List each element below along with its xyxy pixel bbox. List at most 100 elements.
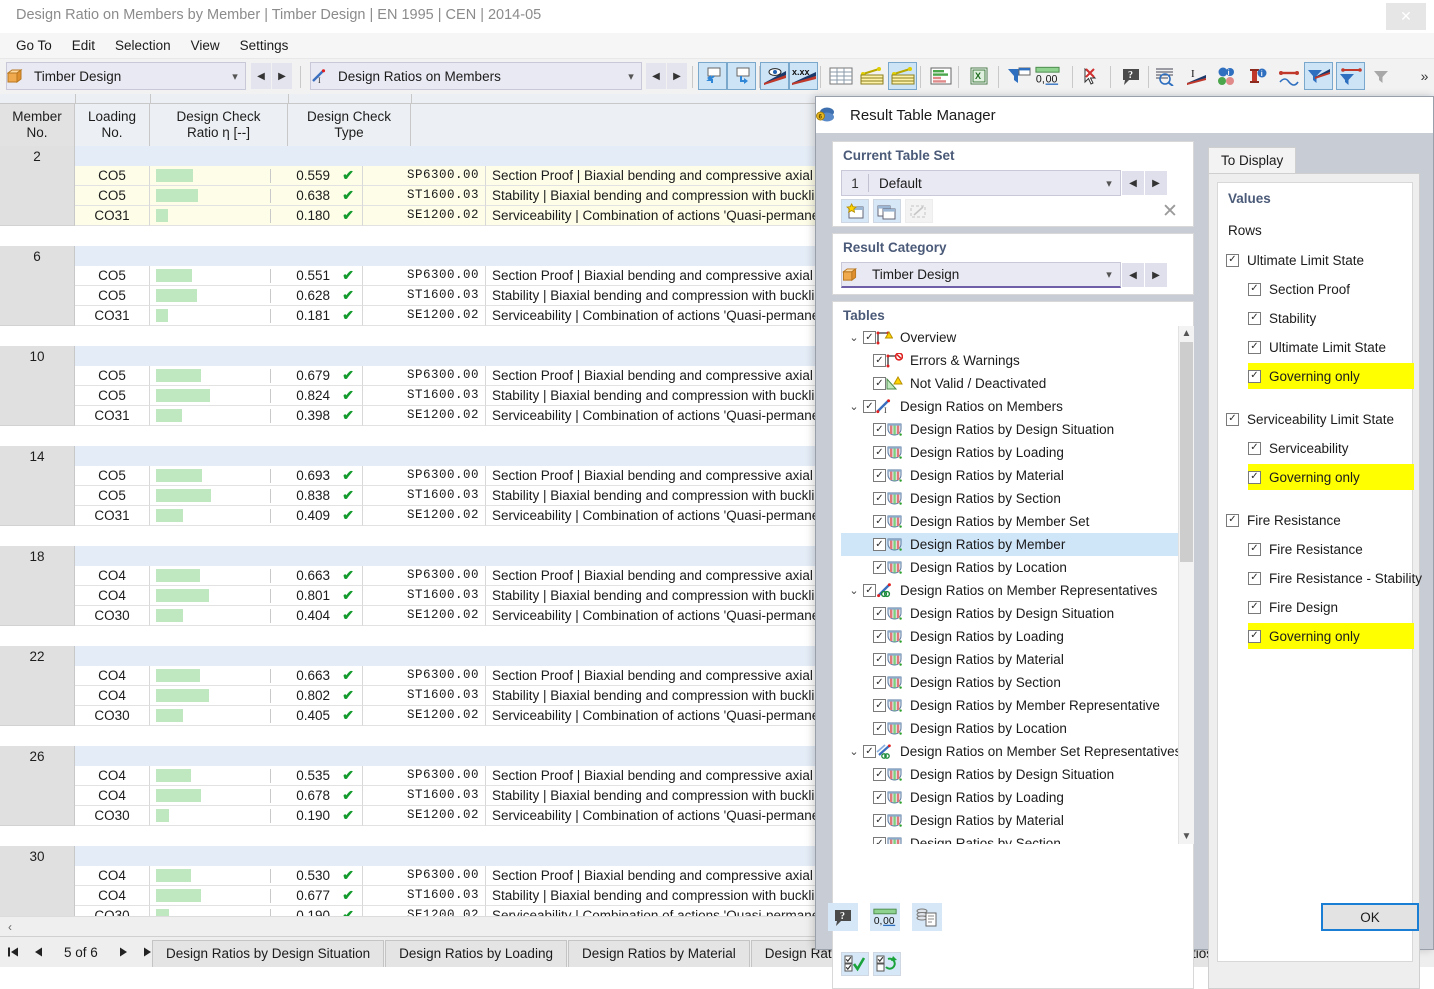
value-option-checkbox[interactable]: ✓ xyxy=(1226,254,1239,267)
column-header-member-no[interactable]: MemberNo. xyxy=(0,103,75,146)
column-header-type[interactable]: Design CheckType xyxy=(288,103,411,146)
tables-tree[interactable]: ⌄✓Overview✓Errors & Warnings✓Not Valid /… xyxy=(841,326,1193,844)
tree-node-selected[interactable]: ✓Design Ratios by Member xyxy=(841,533,1193,556)
result-table-combo[interactable]: I Design Ratios on Members ▾ xyxy=(310,62,642,90)
tree-node[interactable]: ✓Design Ratios by Location xyxy=(841,717,1193,740)
value-option-checkbox[interactable]: ✓ xyxy=(1248,572,1261,585)
value-option-row[interactable]: ✓Fire Resistance xyxy=(1226,507,1406,533)
value-option-row[interactable]: ✓Serviceability xyxy=(1248,435,1414,461)
value-option-checkbox[interactable]: ✓ xyxy=(1248,283,1261,296)
filter-member-icon[interactable] xyxy=(1304,62,1333,90)
category-next-button[interactable]: ▶ xyxy=(272,63,292,89)
value-option-row[interactable]: ✓Stability xyxy=(1248,305,1414,331)
tree-node[interactable]: ✓Design Ratios by Design Situation xyxy=(841,602,1193,625)
tree-node[interactable]: ✓Design Ratios by Section xyxy=(841,832,1193,844)
result-category-next-button[interactable]: ▶ xyxy=(1145,263,1167,287)
bottom-tab-design-ratios-by-loading[interactable]: Design Ratios by Loading xyxy=(385,940,567,967)
window-close-button[interactable]: ✕ xyxy=(1386,3,1426,30)
value-option-checkbox[interactable]: ✓ xyxy=(1248,370,1261,383)
tree-node[interactable]: ✓Design Ratios by Location xyxy=(841,556,1193,579)
tree-node-checkbox[interactable]: ✓ xyxy=(873,423,886,436)
value-option-checkbox[interactable]: ✓ xyxy=(1248,471,1261,484)
table-set-select[interactable]: 1 Default ▾ xyxy=(841,170,1121,196)
menu-item-edit[interactable]: Edit xyxy=(62,35,105,56)
tree-scrollbar[interactable]: ▲ ▼ xyxy=(1178,326,1194,844)
tree-node-checkbox[interactable]: ✓ xyxy=(873,722,886,735)
tree-node-checkbox[interactable]: ✓ xyxy=(873,699,886,712)
tree-node-checkbox[interactable]: ✓ xyxy=(863,331,876,344)
section-axis-icon[interactable]: I xyxy=(1182,62,1211,90)
tree-node-checkbox[interactable]: ✓ xyxy=(873,768,886,781)
tree-node[interactable]: ✓Design Ratios by Design Situation xyxy=(841,763,1193,786)
deselect-cursor-icon[interactable] xyxy=(1078,62,1107,90)
tree-node[interactable]: ✓Not Valid / Deactivated xyxy=(841,372,1193,395)
invert-selection-icon[interactable] xyxy=(873,952,901,976)
value-option-checkbox[interactable]: ✓ xyxy=(1248,543,1261,556)
chart-bars-icon[interactable] xyxy=(926,62,955,90)
member-number-cell[interactable]: 6 xyxy=(0,246,75,326)
tree-node-checkbox[interactable]: ✓ xyxy=(873,630,886,643)
menu-item-view[interactable]: View xyxy=(181,35,230,56)
redo-arrow-icon[interactable] xyxy=(727,62,756,90)
value-option-row[interactable]: ✓Fire Resistance xyxy=(1248,536,1414,562)
pager-first-button[interactable] xyxy=(0,937,26,967)
tree-node[interactable]: ⌄✓Design Ratios on Member Representative… xyxy=(841,579,1185,602)
tree-node[interactable]: ✓Design Ratios by Member Representative xyxy=(841,694,1193,717)
value-option-row[interactable]: ✓Section Proof xyxy=(1248,276,1414,302)
zoom-table-icon[interactable] xyxy=(1150,62,1179,90)
tree-node[interactable]: ✓Design Ratios by Loading xyxy=(841,441,1193,464)
member-number-cell[interactable]: 22 xyxy=(0,646,75,726)
report-export-icon[interactable] xyxy=(912,903,942,931)
value-option-checkbox[interactable]: ✓ xyxy=(1226,413,1239,426)
table-member-icon[interactable] xyxy=(857,62,886,90)
value-option-row[interactable]: ✓Ultimate Limit State xyxy=(1248,334,1414,360)
value-option-checkbox[interactable]: ✓ xyxy=(1248,601,1261,614)
tree-node[interactable]: ✓Design Ratios by Section xyxy=(841,487,1193,510)
table-member-selected-icon[interactable] xyxy=(888,62,917,90)
value-option-checkbox[interactable]: ✓ xyxy=(1248,341,1261,354)
chevron-down-icon[interactable]: ▾ xyxy=(225,70,245,83)
bottom-tab-design-ratios-by-design-situation[interactable]: Design Ratios by Design Situation xyxy=(152,940,384,967)
bottom-tab-design-ratios-by-material[interactable]: Design Ratios by Material xyxy=(568,940,750,967)
column-header-loading-no[interactable]: LoadingNo. xyxy=(75,103,150,146)
chevron-down-icon[interactable]: ⌄ xyxy=(845,584,863,597)
copy-table-set-icon[interactable] xyxy=(873,199,901,223)
chevron-down-icon[interactable]: ▾ xyxy=(1098,177,1120,190)
tree-node-checkbox[interactable]: ✓ xyxy=(873,676,886,689)
tree-node[interactable]: ✓Design Ratios by Member Set xyxy=(841,510,1193,533)
table-set-next-button[interactable]: ▶ xyxy=(1145,171,1167,195)
tree-node-checkbox[interactable]: ✓ xyxy=(873,814,886,827)
tree-node[interactable]: ✓Design Ratios by Material xyxy=(841,464,1193,487)
delete-table-set-button[interactable]: ✕ xyxy=(1157,198,1183,224)
value-option-row[interactable]: ✓Governing only xyxy=(1248,464,1414,490)
tree-node-checkbox[interactable]: ✓ xyxy=(873,837,886,844)
tree-node-checkbox[interactable]: ✓ xyxy=(863,584,876,597)
value-option-row[interactable]: ✓Fire Design xyxy=(1248,594,1414,620)
tab-to-display[interactable]: To Display xyxy=(1208,147,1296,173)
overflow-chevrons-icon[interactable]: » xyxy=(1410,62,1434,90)
tree-node[interactable]: ⌄✓Design Ratios on Member Set Representa… xyxy=(841,740,1185,763)
member-info-icon[interactable]: i xyxy=(1244,62,1273,90)
tree-node[interactable]: ✓Design Ratios by Design Situation xyxy=(841,418,1193,441)
tree-node[interactable]: ✓Design Ratios by Material xyxy=(841,648,1193,671)
tree-node-checkbox[interactable]: ✓ xyxy=(873,653,886,666)
menu-item-go-to[interactable]: Go To xyxy=(6,35,62,56)
value-option-row[interactable]: ✓Governing only xyxy=(1248,623,1414,649)
value-option-checkbox[interactable]: ✓ xyxy=(1248,312,1261,325)
chevron-down-icon[interactable]: ▾ xyxy=(621,70,641,83)
ok-button[interactable]: OK xyxy=(1321,903,1419,931)
value-option-row[interactable]: ✓Serviceability Limit State xyxy=(1226,406,1406,432)
scroll-left-icon[interactable]: ‹ xyxy=(2,919,18,935)
member-number-cell[interactable]: 30 xyxy=(0,846,75,916)
category-prev-button[interactable]: ◀ xyxy=(251,63,271,89)
chevron-down-icon[interactable]: ⌄ xyxy=(845,400,863,413)
value-option-row[interactable]: ✓Governing only xyxy=(1248,363,1414,389)
tree-node-checkbox[interactable]: ✓ xyxy=(873,515,886,528)
tree-node-checkbox[interactable]: ✓ xyxy=(873,791,886,804)
member-number-cell[interactable]: 26 xyxy=(0,746,75,826)
tree-node-checkbox[interactable]: ✓ xyxy=(873,446,886,459)
view-results-eye-icon[interactable] xyxy=(760,62,789,90)
result-category-prev-button[interactable]: ◀ xyxy=(1122,263,1144,287)
excel-export-icon[interactable]: X xyxy=(964,62,993,90)
tree-node-checkbox[interactable]: ✓ xyxy=(873,377,886,390)
